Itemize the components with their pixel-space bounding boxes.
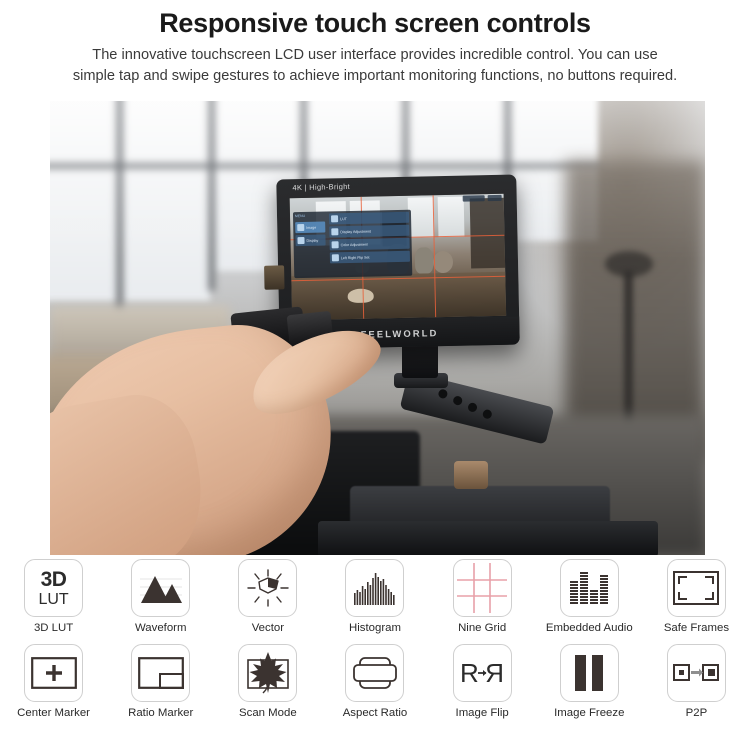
histogram-icon[interactable] bbox=[345, 559, 405, 617]
image-flip-icon[interactable]: R R bbox=[452, 644, 512, 702]
safe-frames-icon[interactable] bbox=[666, 559, 726, 617]
nine-grid-icon[interactable] bbox=[452, 559, 512, 617]
feature-label: Nine Grid bbox=[458, 622, 507, 634]
feature-aspect-ratio[interactable]: Aspect Ratio bbox=[321, 644, 428, 719]
feature-scan-mode[interactable]: Scan Mode bbox=[214, 644, 321, 719]
feature-label: Ratio Marker bbox=[128, 707, 194, 719]
aspect-ratio-icon[interactable] bbox=[345, 644, 405, 702]
feature-image-freeze[interactable]: Image Freeze bbox=[536, 644, 643, 719]
p2p-icon[interactable] bbox=[666, 644, 726, 702]
feature-center-marker[interactable]: Center Marker bbox=[0, 644, 107, 719]
feature-vector[interactable]: Vector bbox=[214, 559, 321, 634]
embedded-audio-icon[interactable] bbox=[559, 559, 619, 617]
feature-embedded-audio[interactable]: Embedded Audio bbox=[536, 559, 643, 634]
feature-row-2: Center Marker Ratio Marker Scan Mode Asp… bbox=[0, 644, 750, 719]
center-marker-icon[interactable] bbox=[24, 644, 84, 702]
scan-mode-icon[interactable] bbox=[238, 644, 298, 702]
svg-text:R: R bbox=[460, 658, 479, 688]
feature-label: P2P bbox=[685, 707, 708, 719]
feature-label: Scan Mode bbox=[239, 707, 297, 719]
waveform-icon[interactable] bbox=[131, 559, 191, 617]
photo-scene: 4K | High-Bright MENU Image Display LUT … bbox=[50, 101, 705, 555]
image-freeze-icon[interactable] bbox=[559, 644, 619, 702]
feature-waveform[interactable]: Waveform bbox=[107, 559, 214, 634]
page-root: Responsive touch screen controls The inn… bbox=[0, 0, 750, 750]
svg-text:R: R bbox=[485, 658, 504, 688]
feature-label: 3D LUT bbox=[33, 622, 74, 634]
feature-label: Image Freeze bbox=[554, 707, 625, 719]
feature-image-flip[interactable]: R R Image Flip bbox=[429, 644, 536, 719]
feature-p2p[interactable]: P2P bbox=[643, 644, 750, 719]
feature-label: Histogram bbox=[349, 622, 401, 634]
feature-label: Safe Frames bbox=[663, 622, 730, 634]
ratio-marker-icon[interactable] bbox=[131, 644, 191, 702]
feature-ratio-marker[interactable]: Ratio Marker bbox=[107, 644, 214, 719]
feature-label: Waveform bbox=[134, 622, 187, 634]
feature-label: Embedded Audio bbox=[545, 622, 633, 634]
3d-lut-icon-text-main: 3D bbox=[40, 567, 67, 591]
feature-icon-grid: 3D LUT 3D LUT Waveform Vector Histogram … bbox=[0, 559, 750, 719]
subtitle-line-1: The innovative touchscreen LCD user inte… bbox=[92, 47, 658, 63]
3d-lut-icon[interactable]: 3D LUT bbox=[24, 559, 84, 617]
feature-safe-frames[interactable]: Safe Frames bbox=[643, 559, 750, 634]
feature-histogram[interactable]: Histogram bbox=[321, 559, 428, 634]
feature-label: Center Marker bbox=[17, 707, 90, 719]
feature-label: Aspect Ratio bbox=[342, 707, 408, 719]
page-subtitle: The innovative touchscreen LCD user inte… bbox=[0, 45, 750, 87]
product-photo: 4K | High-Bright MENU Image Display LUT … bbox=[50, 101, 705, 555]
3d-lut-icon-text-sub: LUT bbox=[38, 590, 69, 608]
feature-3d-lut[interactable]: 3D LUT 3D LUT bbox=[0, 559, 107, 634]
feature-nine-grid[interactable]: Nine Grid bbox=[429, 559, 536, 634]
feature-label: Vector bbox=[251, 622, 284, 634]
header: Responsive touch screen controls The inn… bbox=[0, 0, 750, 87]
subtitle-line-2: simple tap and swipe gestures to achieve… bbox=[72, 68, 678, 84]
vector-scope-icon[interactable] bbox=[238, 559, 298, 617]
feature-label: Image Flip bbox=[455, 707, 509, 719]
feature-row-1: 3D LUT 3D LUT Waveform Vector Histogram … bbox=[0, 559, 750, 634]
page-title: Responsive touch screen controls bbox=[159, 8, 591, 38]
